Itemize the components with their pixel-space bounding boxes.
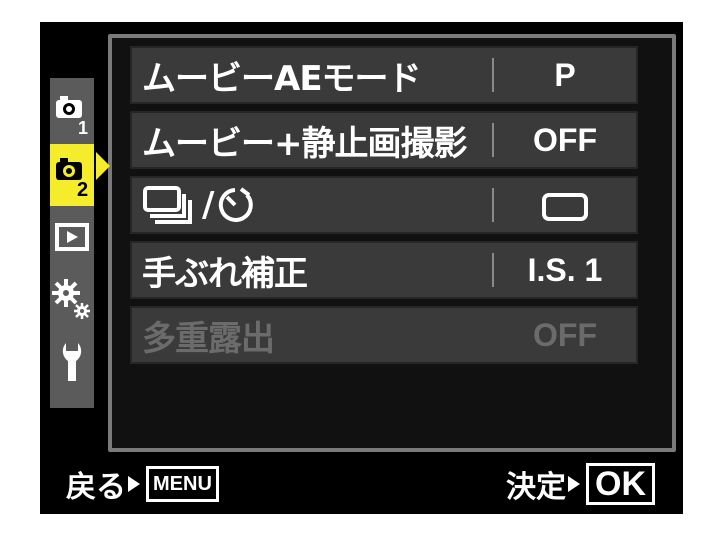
menu-item-value: P [554, 56, 576, 93]
menu-item-label: ムービーAEモード [142, 58, 422, 99]
menu-item-movie-ae-mode[interactable]: ムービーAEモード P [130, 46, 638, 104]
camera-menu-screen: 1 2 ムービーAEモード P ムービー+静止画撮影 OFF / 手ぶれ補正 I… [40, 22, 683, 514]
menu-item-value [494, 187, 636, 224]
tab-shooting-menu-2[interactable]: 2 [50, 144, 94, 206]
menu-item-movie-still-shooting[interactable]: ムービー+静止画撮影 OFF [130, 111, 638, 169]
camera-1-icon: 1 [56, 96, 88, 136]
menu-button[interactable]: MENU [146, 466, 219, 502]
back-label: 戻る [66, 470, 126, 505]
back-hint: 戻る MENU [66, 462, 219, 506]
wrench-icon [62, 343, 82, 381]
custom-gear-icon [52, 279, 90, 319]
playback-icon [55, 223, 89, 251]
menu-item-value: I.S. 1 [527, 251, 603, 288]
menu-item-label: 多重露出 [142, 318, 275, 359]
tab-number-1: 1 [78, 118, 88, 136]
menu-item-value: OFF [533, 121, 597, 158]
menu-item-value: OFF [533, 316, 597, 353]
arrow-right-icon [568, 476, 580, 492]
tab-custom-menu[interactable] [50, 268, 94, 330]
active-tab-pointer [96, 152, 110, 180]
single-frame-icon [542, 193, 588, 222]
arrow-right-icon [128, 476, 140, 492]
menu-item-label-icons: / [132, 185, 492, 225]
tab-setup-menu[interactable] [50, 330, 94, 392]
menu-tab-column: 1 2 [50, 78, 94, 408]
tab-playback-menu[interactable] [50, 206, 94, 268]
menu-item-label: 手ぶれ補正 [142, 253, 308, 294]
tab-shooting-menu-1[interactable]: 1 [50, 82, 94, 144]
camera-2-icon: 2 [56, 158, 88, 198]
menu-list: ムービーAEモード P ムービー+静止画撮影 OFF / 手ぶれ補正 I.S. … [130, 46, 638, 371]
confirm-hint: 決定 OK [506, 462, 655, 506]
sequential-shooting-icon [143, 186, 192, 224]
tab-number-2: 2 [77, 179, 88, 198]
menu-item-multiple-exposure: 多重露出 OFF [130, 306, 638, 364]
menu-item-drive-mode[interactable]: / [130, 176, 638, 234]
confirm-label: 決定 [506, 470, 566, 505]
menu-item-label: ムービー+静止画撮影 [142, 123, 468, 164]
ok-button[interactable]: OK [586, 463, 655, 505]
button-hint-bar: 戻る MENU 決定 OK [40, 450, 683, 514]
self-timer-icon [219, 187, 254, 222]
menu-item-image-stabilizer[interactable]: 手ぶれ補正 I.S. 1 [130, 241, 638, 299]
separator-slash: / [202, 185, 214, 225]
